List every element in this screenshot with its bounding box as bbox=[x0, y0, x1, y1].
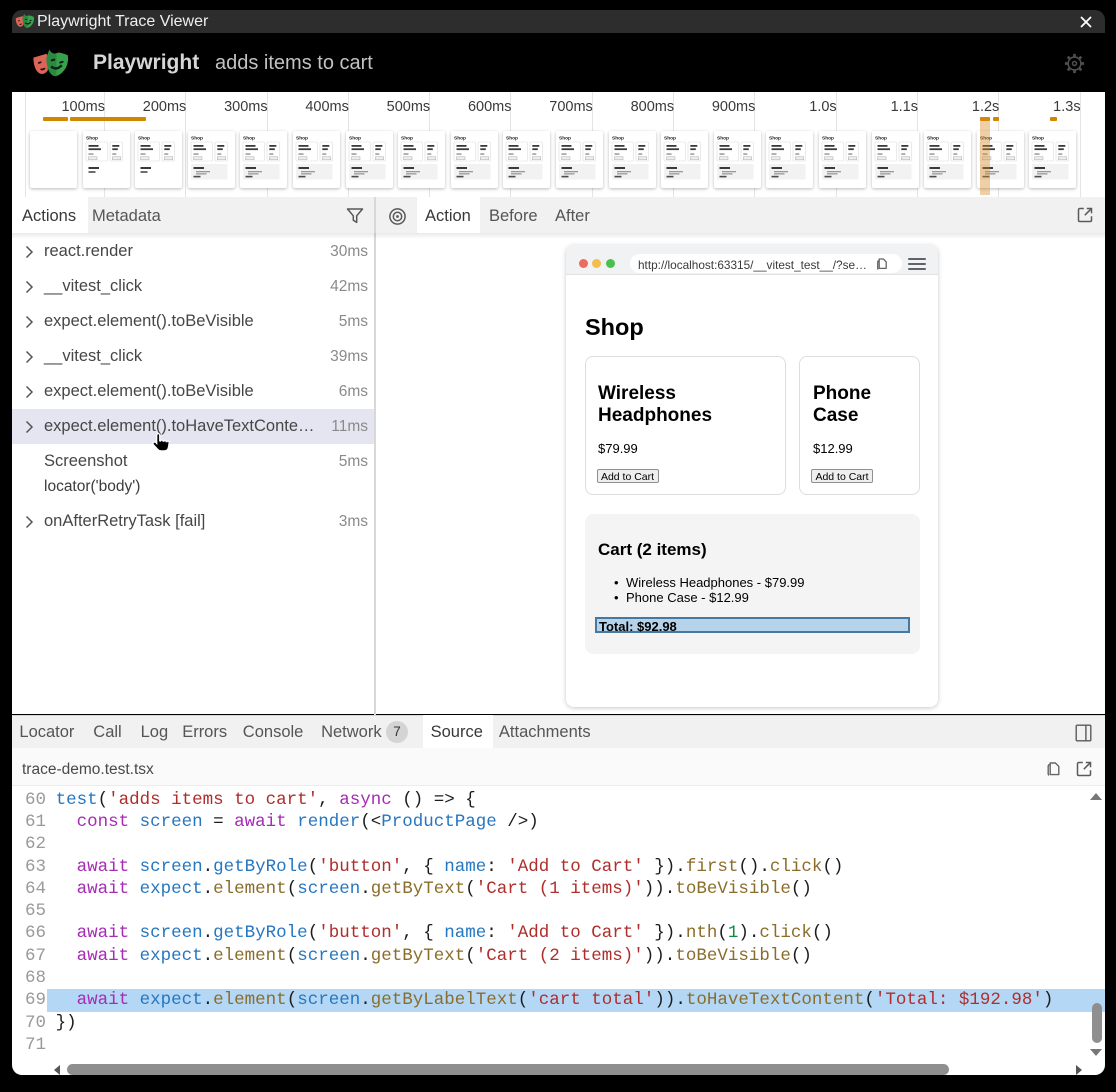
svg-text:Shop: Shop bbox=[454, 135, 466, 141]
svg-text:Shop: Shop bbox=[506, 135, 518, 141]
svg-text:Shop: Shop bbox=[559, 135, 571, 141]
svg-text:Shop: Shop bbox=[401, 135, 413, 141]
svg-text:Shop: Shop bbox=[717, 135, 729, 141]
svg-text:Shop: Shop bbox=[349, 135, 361, 141]
svg-text:Shop: Shop bbox=[875, 135, 887, 141]
svg-text:Shop: Shop bbox=[612, 135, 624, 141]
svg-text:Shop: Shop bbox=[769, 135, 781, 141]
svg-text:Shop: Shop bbox=[243, 135, 255, 141]
svg-text:Shop: Shop bbox=[296, 135, 308, 141]
svg-text:Shop: Shop bbox=[927, 135, 939, 141]
svg-text:Shop: Shop bbox=[191, 135, 203, 141]
svg-text:Shop: Shop bbox=[1032, 135, 1044, 141]
svg-text:Shop: Shop bbox=[138, 135, 150, 141]
svg-text:Shop: Shop bbox=[86, 135, 98, 141]
svg-text:Shop: Shop bbox=[664, 135, 676, 141]
svg-text:Shop: Shop bbox=[822, 135, 834, 141]
